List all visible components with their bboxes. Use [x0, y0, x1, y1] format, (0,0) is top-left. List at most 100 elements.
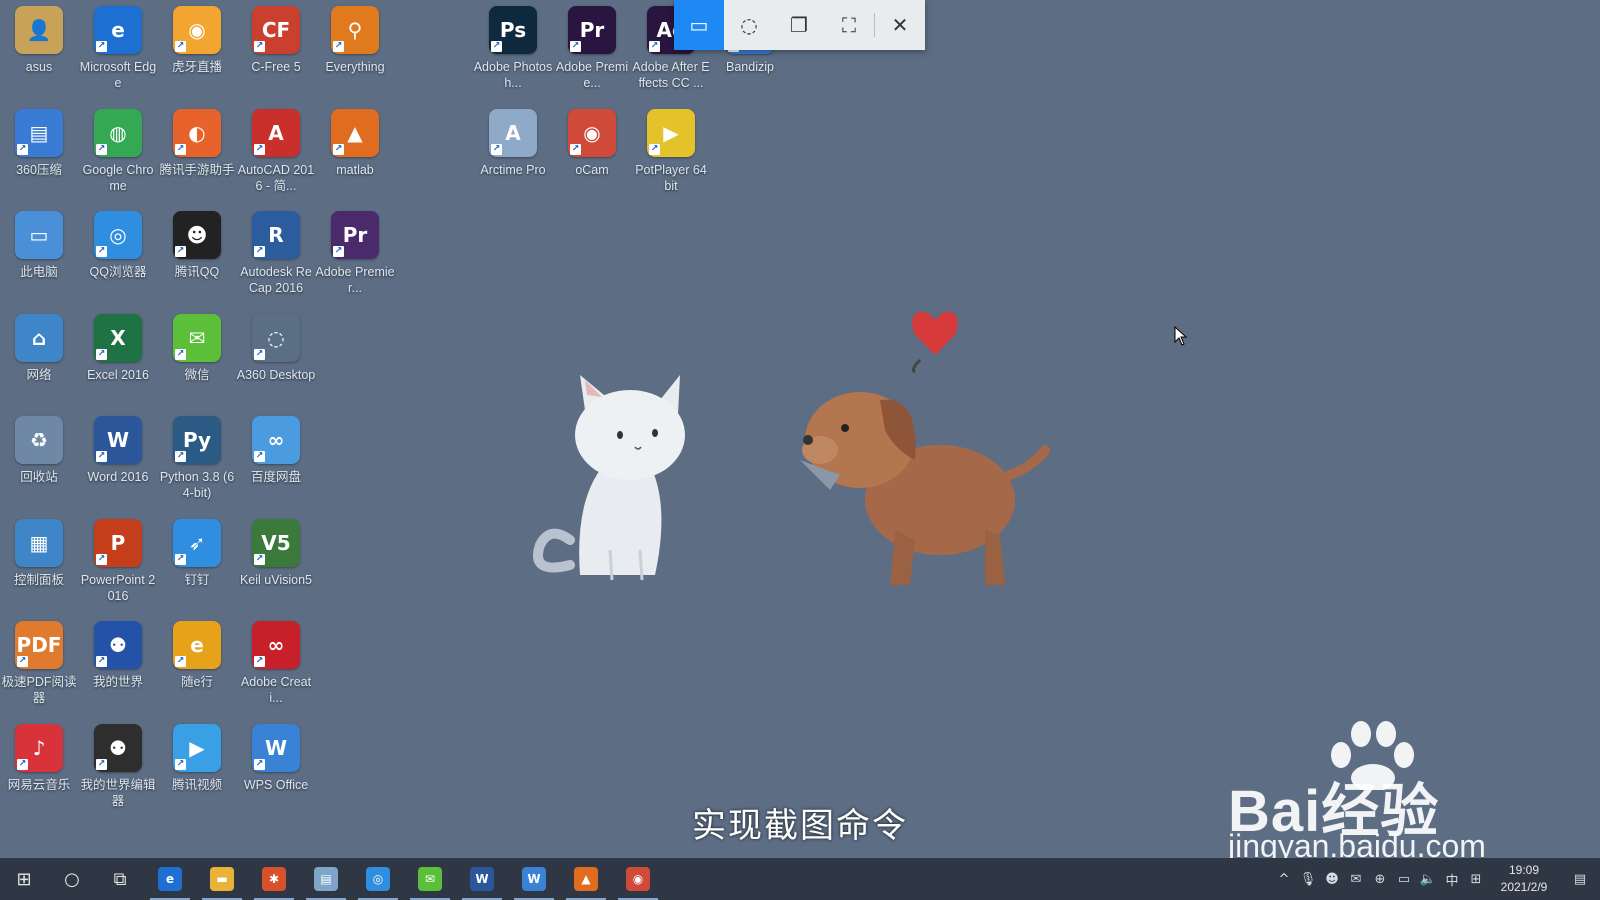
desktop-icon-label: QQ浏览器 [89, 265, 147, 279]
desktop-icon[interactable]: ☻ ↗ 腾讯QQ [158, 211, 236, 307]
desktop-icon[interactable]: PDF ↗ 极速PDF阅读器 [0, 621, 78, 717]
cortana-search-button[interactable]: ○ [48, 858, 96, 900]
desktop-icon-label: matlab [336, 162, 374, 177]
desktop-icon[interactable]: ▶ ↗ PotPlayer 64 bit [632, 108, 710, 205]
app-icon: ◐ ↗ [173, 108, 221, 157]
desktop-icon[interactable]: e ↗ 随e行 [158, 621, 236, 717]
desktop-icon[interactable]: P ↗ PowerPoint 2016 [79, 518, 157, 615]
notification-icon: ▤ [1573, 871, 1587, 887]
freeform-snip-button[interactable]: ◌ [724, 0, 774, 50]
app-icon: ▲ ↗ [331, 108, 379, 157]
desktop-icon[interactable]: ◉ ↗ 虎牙直播 [158, 6, 236, 102]
desktop-icon[interactable]: ⚉ ↗ 我的世界 [79, 621, 157, 717]
desktop-icon-label: Word 2016 [87, 470, 149, 484]
desktop-icon[interactable]: Py ↗ Python 3.8 (64-bit) [158, 416, 236, 512]
shortcut-arrow-icon: ↗ [17, 143, 28, 155]
desktop-icon-label: Adobe After Effects CC ... [632, 60, 710, 90]
desktop-icon[interactable]: ▲ ↗ matlab [316, 108, 394, 205]
desktop-icon[interactable]: Pr ↗ Adobe Premier... [315, 211, 395, 307]
shortcut-arrow-icon: ↗ [96, 758, 107, 770]
desktop-icon[interactable]: ⚲ ↗ Everything [316, 6, 394, 102]
taskbar-app-button[interactable]: W [456, 858, 508, 900]
battery-icon[interactable]: ▭ [1392, 858, 1416, 900]
volume-icon[interactable]: 🔈 [1416, 858, 1440, 900]
app-icon: ◎ ↗ [94, 211, 142, 259]
taskbar-app-button[interactable]: ◉ [612, 858, 664, 900]
app-icon: ⌂ [15, 313, 63, 362]
desktop-icon-label: Adobe Photosh... [473, 60, 553, 90]
close-snip-button[interactable]: ✕ [875, 0, 925, 50]
shortcut-arrow-icon: ↗ [649, 41, 660, 52]
clock-time: 19:09 [1508, 863, 1540, 877]
qq-tray-icon[interactable]: ☻ [1320, 858, 1344, 900]
matlab-icon: ▲ [574, 867, 598, 891]
wechat-tray-icon[interactable]: ✉ [1344, 858, 1368, 900]
show-hidden-icons-button[interactable]: ^ [1272, 858, 1296, 900]
desktop-icon[interactable]: X ↗ Excel 2016 [79, 313, 157, 410]
ocam-icon: ◉ [626, 867, 650, 891]
desktop-icon[interactable]: ♻ 回收站 [0, 416, 78, 512]
desktop-icon[interactable]: CF ↗ C-Free 5 [237, 6, 315, 102]
desktop-icon[interactable]: e ↗ Microsoft Edge [79, 6, 157, 102]
taskbar-app-button[interactable]: ▲ [560, 858, 612, 900]
app-icon: e ↗ [94, 6, 142, 54]
taskbar-app-button[interactable]: e [144, 858, 196, 900]
task-view-button[interactable]: ⧉ [96, 858, 144, 900]
desktop-icon-label: 腾讯视频 [171, 777, 222, 792]
app-icon: ▭ [15, 211, 63, 259]
desktop-icon[interactable]: ∞ ↗ 百度网盘 [237, 416, 315, 512]
taskbar-app-button[interactable]: W [508, 858, 560, 900]
wechat-icon: ✉ [418, 867, 442, 891]
ime-mode-icon[interactable]: ⊞ [1464, 858, 1488, 900]
start-button[interactable]: ⊞ [0, 858, 48, 900]
taskbar-app-button[interactable]: ✱ [248, 858, 300, 900]
shortcut-arrow-icon: ↗ [570, 41, 581, 52]
wallpaper-cat-illustration [533, 375, 685, 581]
desktop-icon[interactable]: Pr ↗ Adobe Premie... [553, 6, 631, 102]
action-center-button[interactable]: ▤ [1560, 858, 1600, 900]
desktop-icon[interactable]: R ↗ Autodesk ReCap 2016 [237, 211, 315, 307]
desktop-icon-label: 虎牙直播 [171, 60, 222, 74]
network-icon[interactable]: ⊕ [1368, 858, 1392, 900]
desktop-icon[interactable]: ➶ ↗ 钉钉 [158, 518, 236, 615]
shortcut-arrow-icon: ↗ [96, 553, 107, 565]
desktop-icon[interactable]: ◉ ↗ oCam [553, 108, 631, 205]
desktop-icon[interactable]: ◍ ↗ Google Chrome [79, 108, 157, 205]
desktop-icon[interactable]: ◎ ↗ QQ浏览器 [79, 211, 157, 307]
desktop-icon[interactable]: V5 ↗ Keil uVision5 [237, 518, 315, 615]
shortcut-arrow-icon: ↗ [254, 246, 265, 257]
desktop-icon[interactable]: ◌ ↗ A360 Desktop [237, 313, 315, 410]
app-icon: ◉ ↗ [173, 6, 221, 54]
desktop-icon[interactable]: ∞ ↗ Adobe Creati... [237, 621, 315, 717]
snip-toolbar: ▭ ◌ ❐ ⛶ ✕ [674, 0, 925, 50]
desktop-icon[interactable]: ▦ 控制面板 [0, 518, 78, 615]
taskbar-clock[interactable]: 19:09 2021/2/9 [1488, 862, 1560, 896]
desktop-icon[interactable]: 👤 asus [0, 6, 78, 102]
app-icon: ▦ [15, 518, 63, 567]
desktop-icon[interactable]: W ↗ Word 2016 [79, 416, 157, 512]
desktop-icon-label: 钉钉 [184, 572, 210, 587]
rectangle-snip-icon: ▭ [689, 13, 709, 37]
desktop-icon[interactable]: ▤ ↗ 360压缩 [0, 108, 78, 205]
window-snip-button[interactable]: ❐ [774, 0, 824, 50]
ime-language-indicator[interactable]: 中 [1440, 858, 1464, 900]
fullscreen-snip-button[interactable]: ⛶ [824, 0, 874, 50]
shortcut-arrow-icon: ↗ [570, 143, 581, 155]
app-icon: PDF ↗ [15, 621, 63, 669]
rectangular-snip-button[interactable]: ▭ [674, 0, 724, 50]
taskbar-app-button[interactable]: ▤ [300, 858, 352, 900]
desktop-icon[interactable]: A ↗ AutoCAD 2016 - 简... [237, 108, 315, 205]
microphone-icon[interactable]: 🎙 [1296, 858, 1320, 900]
desktop-icon[interactable]: ▭ 此电脑 [0, 211, 78, 307]
taskbar-app-button[interactable]: ✉ [404, 858, 456, 900]
desktop-icon[interactable]: ✉ ↗ 微信 [158, 313, 236, 410]
desktop-icon[interactable]: ⌂ 网络 [0, 313, 78, 410]
taskbar-app-button[interactable]: ▬ [196, 858, 248, 900]
desktop-icon[interactable]: Ps ↗ Adobe Photosh... [474, 6, 552, 102]
desktop-icon[interactable]: ◐ ↗ 腾讯手游助手 [158, 108, 236, 205]
wps-icon: W [522, 867, 546, 891]
taskbar-app-button[interactable]: ◎ [352, 858, 404, 900]
shortcut-arrow-icon: ↗ [96, 451, 107, 462]
search-circle-icon: ○ [64, 868, 80, 890]
desktop-icon[interactable]: A ↗ Arctime Pro [474, 108, 552, 205]
